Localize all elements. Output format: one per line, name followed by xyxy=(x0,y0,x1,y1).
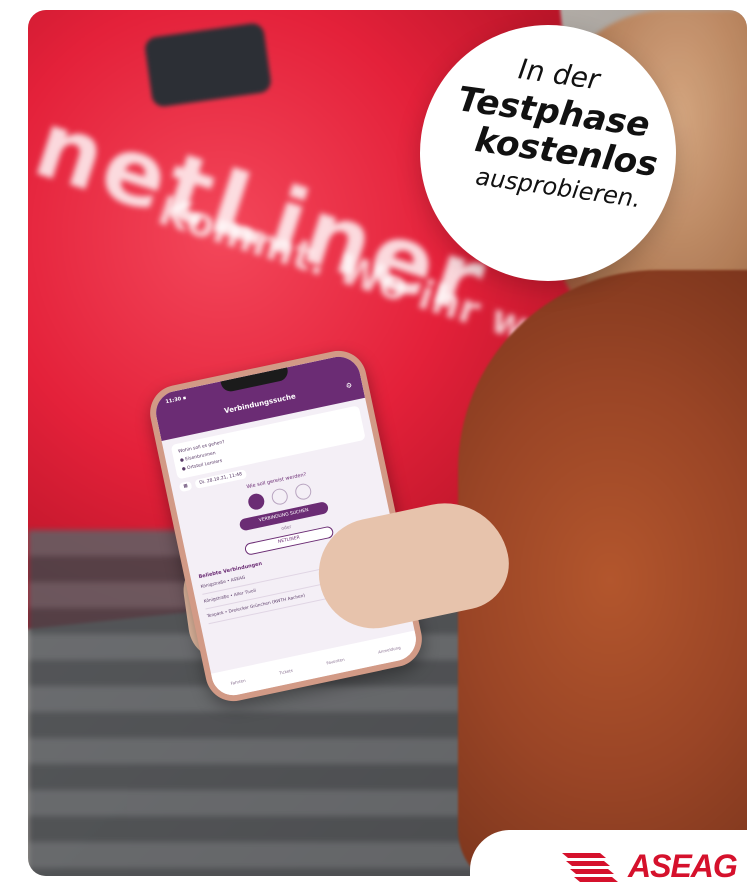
tab-tickets[interactable]: Tickets xyxy=(279,667,294,675)
tab-fahrten[interactable]: Fahrten xyxy=(230,677,246,685)
gear-icon[interactable]: ⚙ xyxy=(345,381,353,390)
calendar-icon[interactable]: ▦ xyxy=(178,480,193,493)
tab-favoriten[interactable]: Favoriten xyxy=(326,656,345,665)
mode-bus-icon[interactable] xyxy=(246,492,266,512)
aseag-logo-mark-icon xyxy=(562,853,618,882)
aseag-logo: ASEAG xyxy=(560,846,738,886)
app-header-title: Verbindungssuche xyxy=(223,392,297,416)
aseag-logo-text: ASEAG xyxy=(628,847,738,884)
mode-walk-icon[interactable] xyxy=(293,482,313,502)
mode-train-icon[interactable] xyxy=(270,487,290,507)
status-bar: 11:30 ▪ xyxy=(165,395,187,406)
tab-anmeldung[interactable]: Anmeldung xyxy=(378,644,401,654)
